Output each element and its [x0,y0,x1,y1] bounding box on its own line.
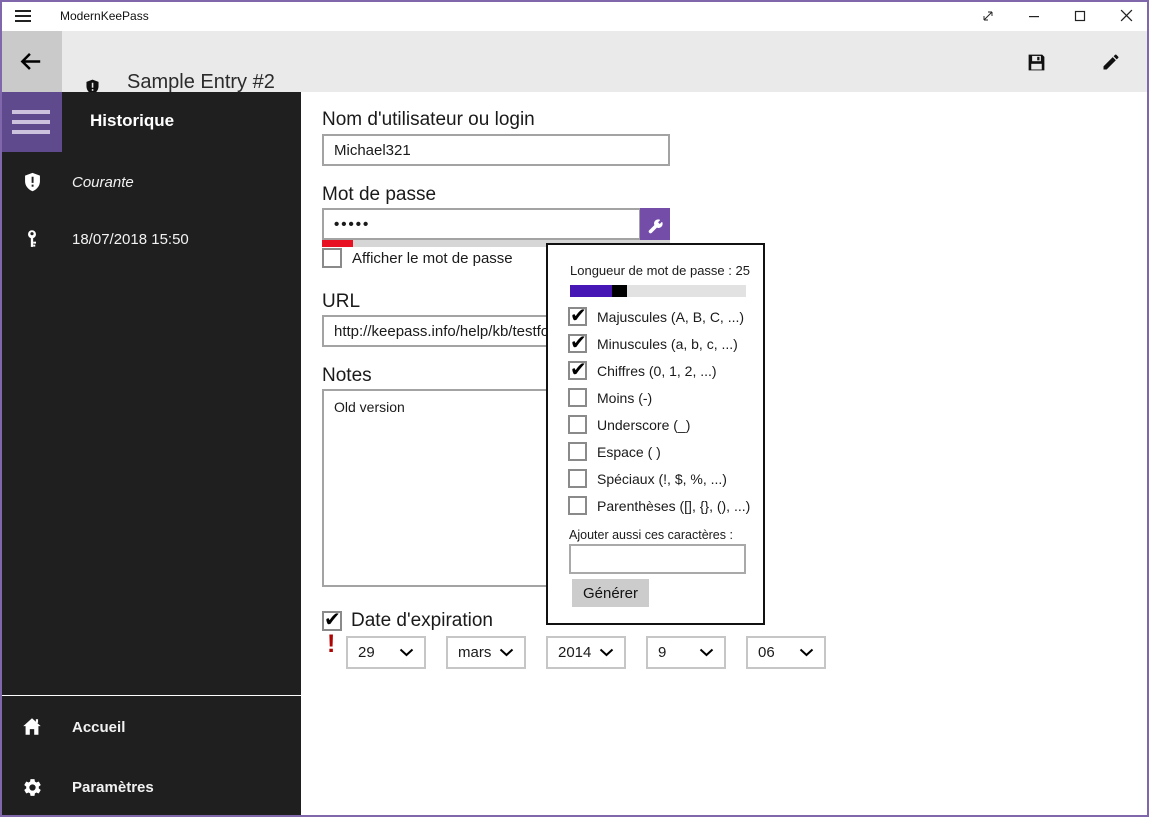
option-label: Majuscules (A, B, C, ...) [597,308,745,325]
back-arrow-icon [20,52,41,70]
fullscreen-button[interactable] [965,0,1011,31]
uppercase-checkbox[interactable] [568,303,587,327]
minute-value: 06 [758,644,775,661]
expiration-warning-mark: ! [327,630,336,658]
option-space: Espace ( ) [568,442,661,461]
username-label: Nom d'utilisateur ou login [322,109,535,130]
show-password-checkbox[interactable] [322,248,342,268]
option-label: Minuscules (a, b, c, ...) [597,335,738,352]
history-item-version[interactable]: 18/07/2018 15:50 [0,217,301,261]
home-icon [20,715,44,739]
sidebar-item-label: Accueil [72,718,126,736]
password-length-label: Longueur de mot de passe : 25 [570,263,750,278]
hour-select[interactable]: 9 [646,636,726,669]
option-label: Espace ( ) [597,443,661,460]
year-select[interactable]: 2014 [546,636,626,669]
history-item-label: 18/07/2018 15:50 [72,230,189,248]
option-special: Spéciaux (!, $, %, ...) [568,469,727,488]
password-length-slider[interactable] [570,285,746,297]
edit-button[interactable] [1087,45,1135,79]
expiration-row: Date d'expiration [322,607,493,632]
brackets-checkbox[interactable] [568,496,587,515]
expiration-checkbox[interactable] [322,607,342,631]
option-label: Moins (-) [597,389,653,406]
option-digits: Chiffres (0, 1, 2, ...) [568,357,717,381]
back-button[interactable] [0,31,62,92]
title-bar: ModernKeePass [0,0,1149,31]
key-icon [20,227,44,251]
slider-handle[interactable] [612,285,628,297]
space-checkbox[interactable] [568,442,587,461]
month-value: mars [458,644,492,661]
maximize-button[interactable] [1057,0,1103,31]
option-label: Parenthèses ([], {}, (), ...) [597,497,751,514]
option-uppercase: Majuscules (A, B, C, ...) [568,303,745,327]
lowercase-checkbox[interactable] [568,330,587,354]
page-title: Sample Entry #2 [127,71,275,93]
day-select[interactable]: 29 [346,636,426,669]
window-controls [965,0,1149,31]
show-password-label: Afficher le mot de passe [352,249,513,267]
wrench-icon [648,218,663,233]
chevron-down-icon [399,648,414,657]
option-label: Chiffres (0, 1, 2, ...) [597,362,717,379]
sidebar-heading: Historique [90,111,175,130]
history-sidebar: Historique Courante 18/07/2018 15:50 Acc… [0,92,301,817]
option-lowercase: Minuscules (a, b, c, ...) [568,330,738,354]
chevron-down-icon [499,648,514,657]
chevron-down-icon [599,648,614,657]
underscore-checkbox[interactable] [568,415,587,434]
option-label: Spéciaux (!, $, %, ...) [597,470,727,487]
chevron-down-icon [799,648,814,657]
password-input[interactable] [322,208,641,240]
minimize-button[interactable] [1011,0,1057,31]
pencil-icon [1103,54,1119,70]
sidebar-divider [2,695,301,696]
save-icon [1028,54,1044,70]
fullscreen-icon [983,11,993,20]
extra-chars-label: Ajouter aussi ces caractères : [569,528,733,542]
option-minus: Moins (-) [568,388,652,407]
titlebar-hamburger-icon[interactable] [0,0,46,31]
extra-chars-input[interactable] [569,544,746,574]
generate-button[interactable]: Générer [572,579,649,607]
history-item-label: Courante [72,173,134,191]
month-select[interactable]: mars [446,636,526,669]
minimize-icon [1029,15,1039,17]
entry-header: Sample Entry #2 sample [0,31,1149,118]
sidebar-item-settings[interactable]: Paramètres [0,765,301,809]
history-item-current[interactable]: Courante [0,160,301,204]
expiration-label: Date d'expiration [351,610,493,631]
sidebar-item-label: Paramètres [72,778,154,796]
password-generator-popup: Longueur de mot de passe : 25 Majuscules… [546,243,765,625]
sidebar-item-home[interactable]: Accueil [0,705,301,749]
digits-checkbox[interactable] [568,357,587,381]
close-icon [1120,9,1132,22]
special-checkbox[interactable] [568,469,587,488]
nav-hamburger-button[interactable] [0,92,62,152]
day-value: 29 [358,644,375,661]
chevron-down-icon [699,648,714,657]
option-underscore: Underscore (_) [568,415,690,434]
hour-value: 9 [658,644,667,661]
minute-select[interactable]: 06 [746,636,826,669]
year-value: 2014 [558,644,592,661]
generate-password-button[interactable] [640,208,670,244]
window-title: ModernKeePass [60,8,149,23]
option-label: Underscore (_) [597,416,691,433]
option-brackets: Parenthèses ([], {}, (), ...) [568,496,750,515]
username-input[interactable] [322,134,670,166]
maximize-icon [1074,10,1086,21]
shield-icon [20,170,44,194]
save-button[interactable] [1012,45,1060,79]
close-button[interactable] [1103,0,1149,31]
show-password-row: Afficher le mot de passe [322,248,513,268]
minus-checkbox[interactable] [568,388,587,407]
url-label: URL [322,291,361,312]
password-label: Mot de passe [322,184,437,205]
gear-icon [20,775,44,799]
notes-label: Notes [322,365,372,386]
